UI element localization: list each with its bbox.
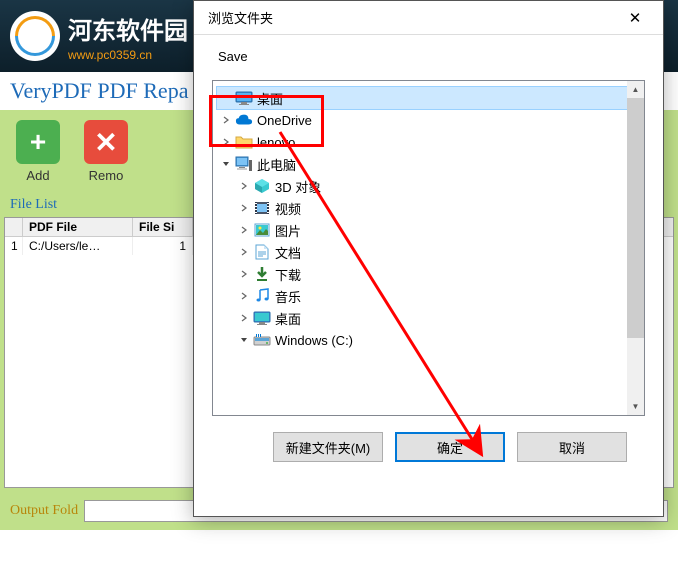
box3d-icon xyxy=(253,177,271,195)
down-icon xyxy=(253,265,271,283)
table-header-size[interactable]: File Si xyxy=(133,218,193,236)
scroll-up-button[interactable]: ▲ xyxy=(627,81,644,98)
tree-item-下载[interactable]: 下载 xyxy=(217,263,640,285)
close-button[interactable]: ✕ xyxy=(617,6,653,30)
chevron-right-icon[interactable] xyxy=(237,245,251,259)
expander-empty xyxy=(219,91,233,105)
site-logo xyxy=(10,11,60,61)
pc-icon xyxy=(235,155,253,173)
chevron-right-icon[interactable] xyxy=(219,135,233,149)
vertical-scrollbar[interactable]: ▲ ▼ xyxy=(627,81,644,415)
tree-item-label: 视频 xyxy=(275,199,301,218)
tree-item-label: lenovo xyxy=(257,135,295,150)
tree-item-3D 对象[interactable]: 3D 对象 xyxy=(217,175,640,197)
drive-icon xyxy=(253,331,271,349)
tree-item-Windows (C:)[interactable]: Windows (C:) xyxy=(217,329,640,351)
tree-item-label: Windows (C:) xyxy=(275,333,353,348)
chevron-down-icon[interactable] xyxy=(219,157,233,171)
ok-button[interactable]: 确定 xyxy=(395,432,505,462)
site-url: www.pc0359.cn xyxy=(68,48,188,62)
tree-item-label: 桌面 xyxy=(257,89,283,108)
img-icon xyxy=(253,221,271,239)
chevron-down-icon[interactable] xyxy=(237,333,251,347)
scroll-thumb[interactable] xyxy=(627,98,644,338)
tree-item-音乐[interactable]: 音乐 xyxy=(217,285,640,307)
tree-item-此电脑[interactable]: 此电脑 xyxy=(217,153,640,175)
music-icon xyxy=(253,287,271,305)
dialog-title: 浏览文件夹 xyxy=(208,8,273,27)
output-folder-label: Output Fold xyxy=(10,503,78,519)
new-folder-button[interactable]: 新建文件夹(M) xyxy=(273,432,383,462)
tree-item-label: OneDrive xyxy=(257,113,312,128)
chevron-right-icon[interactable] xyxy=(237,201,251,215)
chevron-right-icon[interactable] xyxy=(219,113,233,127)
chevron-right-icon[interactable] xyxy=(237,311,251,325)
remove-button[interactable]: ✕ Remo xyxy=(84,120,128,183)
cancel-button[interactable]: 取消 xyxy=(517,432,627,462)
tree-item-label: 图片 xyxy=(275,221,301,240)
tree-item-lenovo[interactable]: lenovo xyxy=(217,131,640,153)
tree-item-label: 音乐 xyxy=(275,287,301,306)
browse-folder-dialog: 浏览文件夹 ✕ Save 桌面 OneDrive lenovo 此电脑 3D 对象视频图… xyxy=(193,0,664,517)
film-icon xyxy=(253,199,271,217)
dialog-titlebar[interactable]: 浏览文件夹 ✕ xyxy=(194,1,663,35)
tree-item-桌面[interactable]: 桌面 xyxy=(217,307,640,329)
add-button[interactable]: + Add xyxy=(16,120,60,183)
tree-item-OneDrive[interactable]: OneDrive xyxy=(217,109,640,131)
tree-item-label: 文档 xyxy=(275,243,301,262)
folder-icon xyxy=(235,133,253,151)
folder-tree: 桌面OneDrivelenovo此电脑3D 对象视频图片文档下载音乐桌面Wind… xyxy=(212,80,645,416)
tree-item-桌面[interactable]: 桌面 xyxy=(217,87,640,109)
tree-item-文档[interactable]: 文档 xyxy=(217,241,640,263)
chevron-right-icon[interactable] xyxy=(237,289,251,303)
tree-item-label: 桌面 xyxy=(275,309,301,328)
monitor-icon xyxy=(235,89,253,107)
table-header-file[interactable]: PDF File xyxy=(23,218,133,236)
tree-item-label: 此电脑 xyxy=(257,155,296,174)
tree-item-图片[interactable]: 图片 xyxy=(217,219,640,241)
scroll-down-button[interactable]: ▼ xyxy=(627,398,644,415)
chevron-right-icon[interactable] xyxy=(237,179,251,193)
x-icon: ✕ xyxy=(84,120,128,164)
table-header-num[interactable] xyxy=(5,218,23,236)
tree-item-label: 下载 xyxy=(275,265,301,284)
site-name: 河东软件园 xyxy=(68,11,188,46)
dialog-description: Save xyxy=(218,49,645,64)
doc-icon xyxy=(253,243,271,261)
close-icon: ✕ xyxy=(629,9,642,27)
tree-item-label: 3D 对象 xyxy=(275,177,321,196)
chevron-right-icon[interactable] xyxy=(237,223,251,237)
plus-icon: + xyxy=(16,120,60,164)
chevron-right-icon[interactable] xyxy=(237,267,251,281)
desk-icon xyxy=(253,309,271,327)
cloud-icon xyxy=(235,111,253,129)
tree-item-视频[interactable]: 视频 xyxy=(217,197,640,219)
